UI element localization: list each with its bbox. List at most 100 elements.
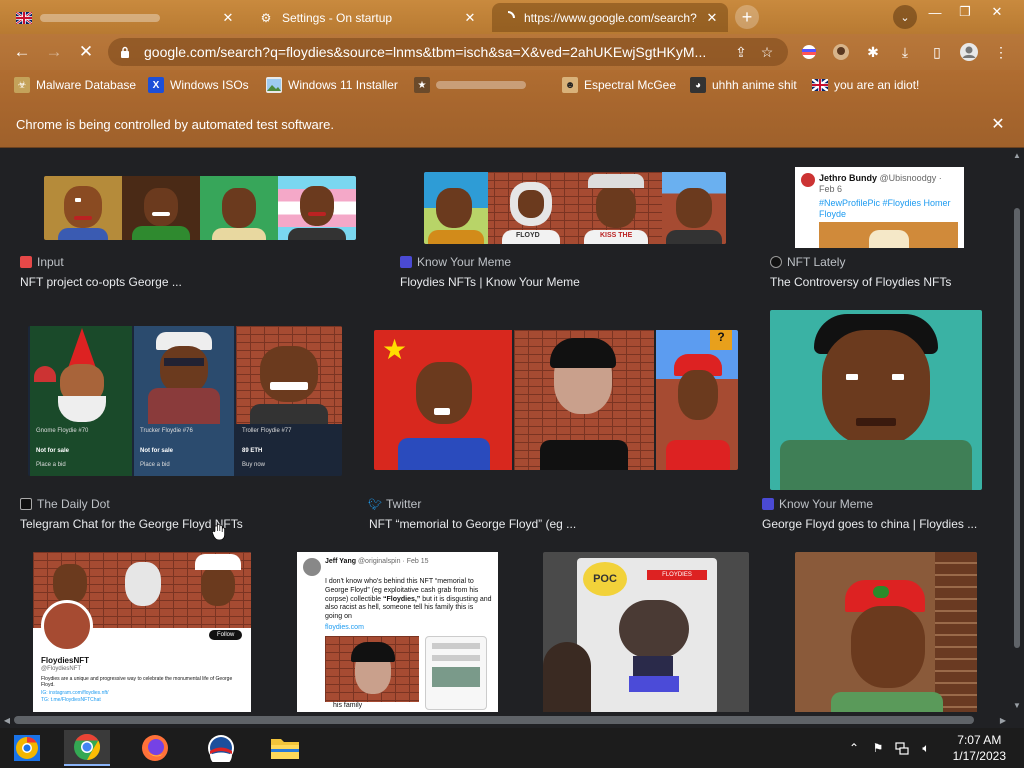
bookmark-item[interactable]: ☣ Malware Database [14, 75, 136, 95]
result-thumbnail[interactable]: Jeff Yang @originalspin · Feb 15 I don't… [297, 552, 498, 712]
bookmark-item[interactable]: Windows 11 Installer [266, 75, 398, 95]
tweet-username: Jeff Yang [325, 558, 356, 565]
forward-button[interactable]: → [42, 40, 66, 64]
result-source[interactable]: NFT Lately [770, 255, 845, 269]
extension-flag-icon[interactable] [798, 41, 820, 63]
profile-icon[interactable] [958, 41, 980, 63]
flag-icon[interactable]: ⚑ [870, 740, 886, 756]
close-icon[interactable]: ✕ [704, 10, 720, 26]
system-clock[interactable]: 7:07 AM 1/17/2023 [953, 732, 1006, 764]
result-thumbnail[interactable]: POC FLOYDIES [543, 552, 749, 712]
restore-button[interactable]: ❐ [952, 2, 978, 22]
new-tab-button[interactable]: + [735, 5, 759, 29]
back-button[interactable]: ← [10, 40, 34, 64]
result-thumbnail[interactable]: Jethro Bundy @Ubisnoodgy · Feb 6 #NewPro… [795, 167, 964, 248]
face [300, 186, 334, 226]
body [428, 230, 484, 244]
result-thumbnail[interactable]: ★ ? [374, 330, 738, 470]
result-title[interactable]: NFT “memorial to George Floyd” (eg ... [369, 517, 729, 531]
bookmark-star-icon[interactable]: ☆ [756, 41, 778, 63]
tab-title-placeholder [40, 13, 160, 22]
file-explorer-icon[interactable] [262, 730, 308, 766]
minimize-button[interactable]: — [922, 2, 948, 22]
tile-label: Gnome Floydie #70 [36, 428, 89, 434]
result-thumbnail[interactable] [795, 552, 977, 712]
bookmarks-bar: ☣ Malware Database X Windows ISOs Window… [0, 70, 1024, 100]
extension-avatar-icon[interactable] [830, 41, 852, 63]
vertical-scrollbar[interactable]: ▲ ▼ [1010, 148, 1024, 712]
clock-date: 1/17/2023 [952, 749, 1006, 763]
menu-kebab-icon[interactable]: ⋮ [990, 41, 1012, 63]
side-panel-icon[interactable]: ▯ [926, 41, 948, 63]
bookmark-label: Windows ISOs [170, 78, 249, 92]
horizontal-scrollbar[interactable]: ◀ ▶ [0, 712, 1024, 728]
scroll-up-icon[interactable]: ▲ [1012, 150, 1022, 160]
address-bar[interactable]: google.com/search?q=floydies&source=lnms… [108, 38, 788, 66]
scroll-left-icon[interactable]: ◀ [2, 715, 12, 725]
extensions-puzzle-icon[interactable]: ✱ [862, 41, 884, 63]
bookmark-item[interactable]: you are an idiot! [812, 75, 919, 95]
tab-3[interactable]: https://www.google.com/search? ✕ [492, 3, 728, 32]
close-icon[interactable]: ✕ [462, 10, 478, 26]
result-title[interactable]: Telegram Chat for the George Floyd NFTs [20, 517, 360, 531]
bookmark-item[interactable]: ◕ uhhh anime shit [690, 75, 797, 95]
chrome-canary-icon[interactable] [4, 730, 50, 766]
result-thumbnail[interactable] [44, 176, 356, 240]
bookmark-item[interactable]: ★ [414, 75, 526, 95]
result-card[interactable]: FLOYD KISS THE Know Your Meme Floydies N… [390, 148, 760, 298]
tab-search-button[interactable]: ⌄ [893, 5, 917, 29]
tab-strip: ✕ ⚙ Settings - On startup ✕ https://www.… [0, 0, 1024, 34]
tweet-user: Jethro Bundy @Ubisnoodgy · Feb 6 [819, 173, 958, 196]
tab-2[interactable]: ⚙ Settings - On startup ✕ [250, 3, 486, 32]
result-title[interactable]: The Controversy of Floydies NFTs [770, 275, 1005, 289]
network-icon[interactable] [894, 740, 910, 756]
body [250, 404, 328, 424]
result-thumbnail[interactable]: Follow FloydiesNFT @FloydiesNFT Floydies… [33, 552, 251, 712]
body [666, 230, 722, 244]
share-icon[interactable]: ⇪ [730, 41, 752, 63]
firefox-icon[interactable] [132, 730, 178, 766]
result-source[interactable]: The Daily Dot [20, 497, 110, 511]
profile-handle: @FloydiesNFT [41, 666, 82, 672]
chrome-icon[interactable] [64, 730, 110, 766]
download-icon[interactable]: ⤓ [894, 41, 916, 63]
scroll-down-icon[interactable]: ▼ [1012, 700, 1022, 710]
result-source[interactable]: Know Your Meme [762, 497, 873, 511]
result-thumbnail[interactable]: FLOYD KISS THE [424, 172, 726, 244]
scroll-right-icon[interactable]: ▶ [998, 715, 1008, 725]
result-card[interactable]: Jethro Bundy @Ubisnoodgy · Feb 6 #NewPro… [760, 148, 1010, 298]
scrollbar-thumb[interactable] [1014, 208, 1020, 648]
bookmark-item[interactable]: X Windows ISOs [148, 75, 249, 95]
result-thumbnail[interactable] [770, 310, 982, 490]
url-text[interactable]: google.com/search?q=floydies&source=lnms… [144, 44, 726, 60]
volume-icon[interactable]: 🔈︎ [918, 740, 934, 756]
result-title[interactable]: George Floyd goes to china | Floydies ..… [762, 517, 992, 531]
close-icon[interactable]: ✕ [220, 10, 236, 26]
result-card[interactable]: Input NFT project co-opts George ... [0, 148, 380, 298]
result-title[interactable]: NFT project co-opts George ... [20, 275, 360, 289]
bookmark-item[interactable]: ☻ Espectral McGee [562, 75, 676, 95]
nft-tile: Gnome Floydie #70 Not for sale Place a b… [30, 326, 132, 476]
stop-button[interactable]: ✕ [74, 40, 98, 64]
tile-action: Buy now [242, 462, 266, 468]
obama-icon[interactable] [198, 730, 244, 766]
x-icon: X [148, 77, 164, 93]
scrollbar-thumb[interactable] [14, 716, 974, 724]
tweet-header: Jethro Bundy @Ubisnoodgy · Feb 6 [801, 173, 958, 196]
nft-tile: Trucker Floydie #76 Not for sale Place a… [134, 326, 234, 476]
window-close-button[interactable]: ✕ [984, 2, 1010, 22]
gnome-hat [68, 328, 96, 368]
close-icon[interactable]: ✕ [988, 114, 1008, 134]
result-source[interactable]: Input [20, 255, 64, 269]
result-title[interactable]: Floydies NFTs | Know Your Meme [400, 275, 740, 289]
infobar-message: Chrome is being controlled by automated … [16, 117, 334, 132]
quote-image [432, 667, 480, 687]
result-source[interactable]: 🐦︎ Twitter [368, 497, 421, 511]
result-thumbnail[interactable]: Gnome Floydie #70 Not for sale Place a b… [28, 326, 342, 476]
image-icon [266, 77, 282, 93]
result-source[interactable]: Know Your Meme [400, 255, 511, 269]
tweet-user: Jeff Yang @originalspin · Feb 15 [325, 558, 428, 576]
tab-1[interactable]: ✕ [8, 3, 244, 32]
chevron-up-icon[interactable]: ⌃ [846, 740, 862, 756]
homer-shirt [869, 230, 909, 248]
